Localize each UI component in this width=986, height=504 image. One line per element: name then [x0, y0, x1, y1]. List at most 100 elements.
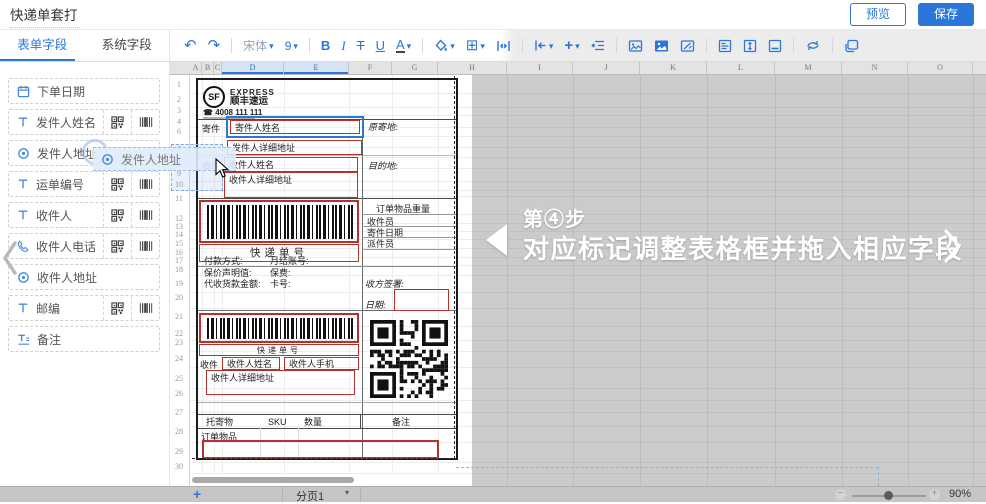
doc-align-button[interactable]	[718, 39, 732, 53]
selected-field-outline[interactable]: 寄件人姓名	[226, 116, 364, 138]
column-header-I[interactable]: I	[507, 62, 573, 74]
row-header-21[interactable]: 21	[170, 312, 188, 321]
font-select[interactable]: 宋体	[243, 37, 274, 54]
next-step-arrow[interactable]	[941, 228, 963, 264]
row-header-18[interactable]: 18	[170, 265, 188, 274]
sidebar-item-7[interactable]: 收件人地址	[8, 264, 160, 290]
row-header-22[interactable]: 22	[170, 329, 188, 338]
undo-icon[interactable]	[184, 38, 197, 54]
sidebar-item-8[interactable]: 邮编	[8, 295, 160, 321]
row-header-15[interactable]: 15	[170, 239, 188, 248]
barcode-button[interactable]	[131, 234, 159, 258]
italic-button[interactable]: I	[341, 38, 345, 54]
barcode2-field[interactable]	[199, 313, 359, 343]
date-field[interactable]	[394, 289, 449, 311]
waybill-template[interactable]: SF EXPRESS 顺丰速运 ☎ 4008 111 111 寄件 寄件人姓名 …	[196, 78, 458, 460]
row-header-26[interactable]: 26	[170, 389, 188, 398]
recv2-phone-field[interactable]: 收件人手机	[284, 357, 359, 370]
preview-button[interactable]: 预览	[850, 3, 906, 26]
column-header-D[interactable]: D	[222, 62, 284, 74]
collapse-sidebar-icon[interactable]	[1, 240, 19, 276]
barcode-button[interactable]	[131, 172, 159, 196]
qr-button[interactable]	[103, 110, 131, 134]
column-header-O[interactable]: O	[908, 62, 973, 74]
zoom-slider-handle[interactable]	[884, 491, 893, 500]
horizontal-scrollbar[interactable]	[192, 477, 354, 483]
sidebar-item-1[interactable]: 下单日期	[8, 78, 160, 104]
column-header-N[interactable]: N	[842, 62, 908, 74]
sender-name-field[interactable]: 寄件人姓名	[230, 120, 360, 134]
qr-button[interactable]	[103, 296, 131, 320]
row-header-23[interactable]: 23	[170, 338, 188, 347]
row-header-29[interactable]: 29	[170, 447, 188, 456]
column-header-F[interactable]: F	[349, 62, 392, 74]
merge-cells-button[interactable]	[496, 39, 511, 53]
column-header-B[interactable]: B	[202, 62, 214, 74]
column-header-E[interactable]: E	[284, 62, 349, 74]
sidebar-item-5[interactable]: 收件人	[8, 202, 160, 228]
barcode-button[interactable]	[131, 110, 159, 134]
row-header-24[interactable]: 24	[170, 354, 188, 363]
column-header-G[interactable]: G	[392, 62, 438, 74]
row-header-28[interactable]: 28	[170, 427, 188, 436]
copy-button[interactable]	[844, 39, 859, 53]
tab-system-fields[interactable]: 系统字段	[85, 30, 170, 61]
zoom-in-button[interactable]: +	[929, 489, 940, 500]
column-header-C[interactable]: C	[214, 62, 222, 74]
recv2-addr-field[interactable]: 收件人详细地址	[206, 370, 355, 395]
row-header-6[interactable]: 6	[170, 127, 188, 136]
sidebar-item-6[interactable]: 收件人电话	[8, 233, 160, 259]
column-header-M[interactable]: M	[775, 62, 842, 74]
font-size-select[interactable]: 9	[285, 37, 298, 54]
row-header-2[interactable]: 2	[170, 95, 188, 104]
sidebar-item-4[interactable]: 运单编号	[8, 171, 160, 197]
add-sheet-button[interactable]: +	[193, 487, 201, 502]
waybill2-no-field[interactable]: 快递单号	[199, 344, 359, 356]
insert-button[interactable]	[564, 37, 579, 54]
row-header-19[interactable]: 19	[170, 279, 188, 288]
recv2-name-field[interactable]: 收件人姓名	[222, 357, 280, 370]
row-header-17[interactable]: 17	[170, 256, 188, 265]
save-button[interactable]: 保存	[918, 3, 974, 26]
sidebar-item-9[interactable]: 备注	[8, 326, 160, 352]
redo-icon[interactable]	[208, 38, 221, 54]
strikethrough-button[interactable]: T	[357, 38, 365, 54]
row-header-30[interactable]: 30	[170, 462, 188, 471]
prev-step-arrow[interactable]	[486, 224, 507, 256]
borders-button[interactable]	[466, 37, 485, 54]
barcode-button[interactable]	[131, 203, 159, 227]
qr-button[interactable]	[103, 172, 131, 196]
sidebar-item-2[interactable]: 发件人姓名	[8, 109, 160, 135]
doc-vertical-button[interactable]	[743, 39, 757, 53]
row-header-20[interactable]: 20	[170, 293, 188, 302]
fill-color-button[interactable]	[434, 37, 455, 54]
column-header-A[interactable]: A	[190, 62, 202, 74]
chevron-down-icon[interactable]: ▾	[345, 488, 349, 497]
indent-button[interactable]	[591, 39, 605, 52]
underline-button[interactable]: U	[376, 38, 385, 54]
sender-addr-field[interactable]: 发件人详细地址	[227, 140, 362, 155]
font-color-button[interactable]: A	[396, 37, 411, 54]
recv-name-field[interactable]: 收件人姓名	[224, 157, 358, 172]
doc-layout-button[interactable]	[768, 39, 782, 53]
refresh-button[interactable]	[805, 39, 821, 52]
column-header-L[interactable]: L	[707, 62, 775, 74]
items-field[interactable]	[202, 440, 439, 459]
image-button[interactable]	[628, 39, 643, 53]
row-header-3[interactable]: 3	[170, 106, 188, 115]
row-header-14[interactable]: 14	[170, 230, 188, 239]
row-header-11[interactable]: 11	[170, 194, 188, 203]
image-stamp-button[interactable]	[680, 39, 695, 53]
bold-button[interactable]: B	[321, 38, 330, 54]
row-header-27[interactable]: 27	[170, 408, 188, 417]
column-header-J[interactable]: J	[573, 62, 640, 74]
row-header-25[interactable]: 25	[170, 374, 188, 383]
qr-button[interactable]	[103, 203, 131, 227]
image-filled-button[interactable]	[654, 39, 669, 53]
tab-form-fields[interactable]: 表单字段	[0, 30, 85, 61]
row-header-4[interactable]: 4	[170, 117, 188, 126]
column-header-K[interactable]: K	[640, 62, 707, 74]
barcode-field[interactable]	[199, 200, 359, 243]
recv-addr-field[interactable]: 收件人详细地址	[224, 172, 358, 198]
column-header-H[interactable]: H	[438, 62, 507, 74]
